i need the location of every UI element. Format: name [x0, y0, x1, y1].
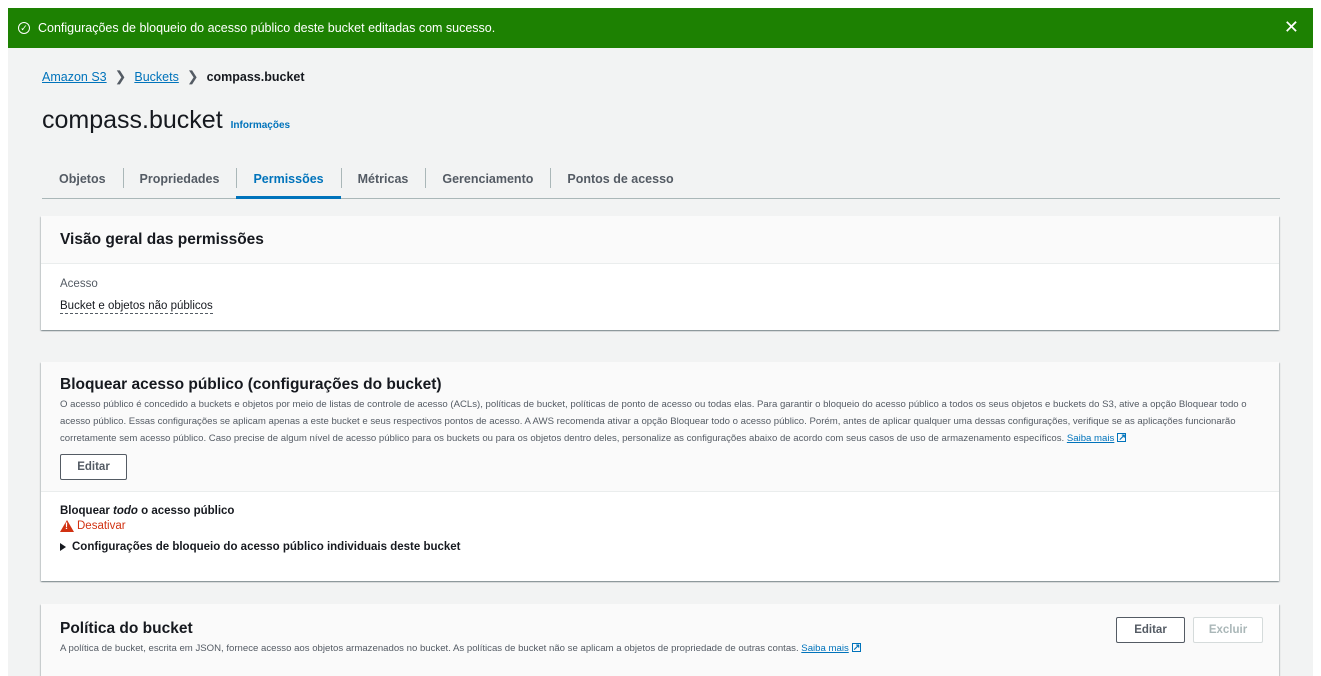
block-public-access-description: O acesso público é concedido a buckets e…	[60, 396, 1260, 447]
access-label: Acesso	[60, 278, 98, 290]
success-check-icon: ✓	[18, 22, 30, 34]
individual-settings-label: Configurações de bloqueio do acesso públ…	[72, 541, 461, 553]
bucket-policy-learn-more-link[interactable]: Saiba mais	[801, 643, 848, 654]
bucket-policy-heading: Política do bucket	[60, 620, 193, 637]
tab-access-points[interactable]: Pontos de acesso	[550, 160, 690, 198]
tab-bar: Objetos Propriedades Permissões Métricas…	[42, 160, 1280, 199]
tab-metrics[interactable]: Métricas	[340, 160, 426, 198]
access-value: Bucket e objetos não públicos	[60, 300, 213, 314]
breadcrumb: Amazon S3 ❯ Buckets ❯ compass.bucket	[42, 68, 305, 85]
block-all-setting-label: Bloquear todo o acesso público	[60, 505, 235, 517]
success-flash-banner: ✓ Configurações de bloqueio do acesso pú…	[8, 8, 1313, 48]
bucket-policy-description: A política de bucket, escrita em JSON, f…	[60, 639, 1260, 657]
block-public-access-heading: Bloquear acesso público (configurações d…	[60, 376, 442, 393]
tab-management[interactable]: Gerenciamento	[425, 160, 550, 198]
delete-bucket-policy-button: Excluir	[1193, 617, 1263, 643]
warning-icon	[60, 520, 74, 532]
breadcrumb-current: compass.bucket	[206, 69, 305, 84]
block-public-access-body: Bloquear todo o acesso público Desativar…	[41, 492, 1279, 553]
permissions-overview-header: Visão geral das permissões	[41, 216, 1279, 264]
permissions-overview-panel: Visão geral das permissões Acesso Bucket…	[41, 216, 1279, 330]
close-icon[interactable]: ✕	[1284, 18, 1299, 36]
flash-message: Configurações de bloqueio do acesso públ…	[38, 21, 496, 35]
tab-properties[interactable]: Propriedades	[122, 160, 237, 198]
external-link-icon	[1117, 429, 1127, 446]
individual-settings-expander[interactable]: Configurações de bloqueio do acesso públ…	[60, 541, 1260, 553]
block-public-access-panel: Bloquear acesso público (configurações d…	[41, 362, 1279, 581]
block-all-status: Desativar	[60, 520, 1260, 532]
tab-permissions[interactable]: Permissões	[236, 160, 341, 199]
bucket-policy-header: Política do bucket A política de bucket,…	[41, 604, 1279, 676]
block-public-access-header: Bloquear acesso público (configurações d…	[41, 362, 1279, 492]
bucket-policy-panel: Política do bucket A política de bucket,…	[41, 604, 1279, 676]
console-frame: ✓ Configurações de bloqueio do acesso pú…	[8, 8, 1313, 676]
block-all-status-text: Desativar	[77, 520, 126, 532]
chevron-right-icon: ❯	[114, 68, 127, 84]
edit-bucket-policy-button[interactable]: Editar	[1116, 617, 1185, 643]
edit-block-public-access-button[interactable]: Editar	[60, 454, 127, 480]
breadcrumb-amazon-s3[interactable]: Amazon S3	[42, 70, 107, 84]
page-title-row: compass.bucket Informações	[42, 106, 290, 135]
tab-objects[interactable]: Objetos	[42, 160, 123, 198]
external-link-icon	[851, 639, 861, 656]
permissions-overview-heading: Visão geral das permissões	[60, 230, 264, 248]
permissions-overview-body: Acesso Bucket e objetos não públicos	[41, 264, 1279, 314]
info-link[interactable]: Informações	[231, 120, 290, 131]
caret-right-icon	[60, 543, 66, 551]
breadcrumb-buckets[interactable]: Buckets	[134, 70, 178, 84]
learn-more-link[interactable]: Saiba mais	[1067, 433, 1114, 444]
chevron-right-icon: ❯	[186, 68, 199, 84]
page-title: compass.bucket	[42, 106, 223, 134]
